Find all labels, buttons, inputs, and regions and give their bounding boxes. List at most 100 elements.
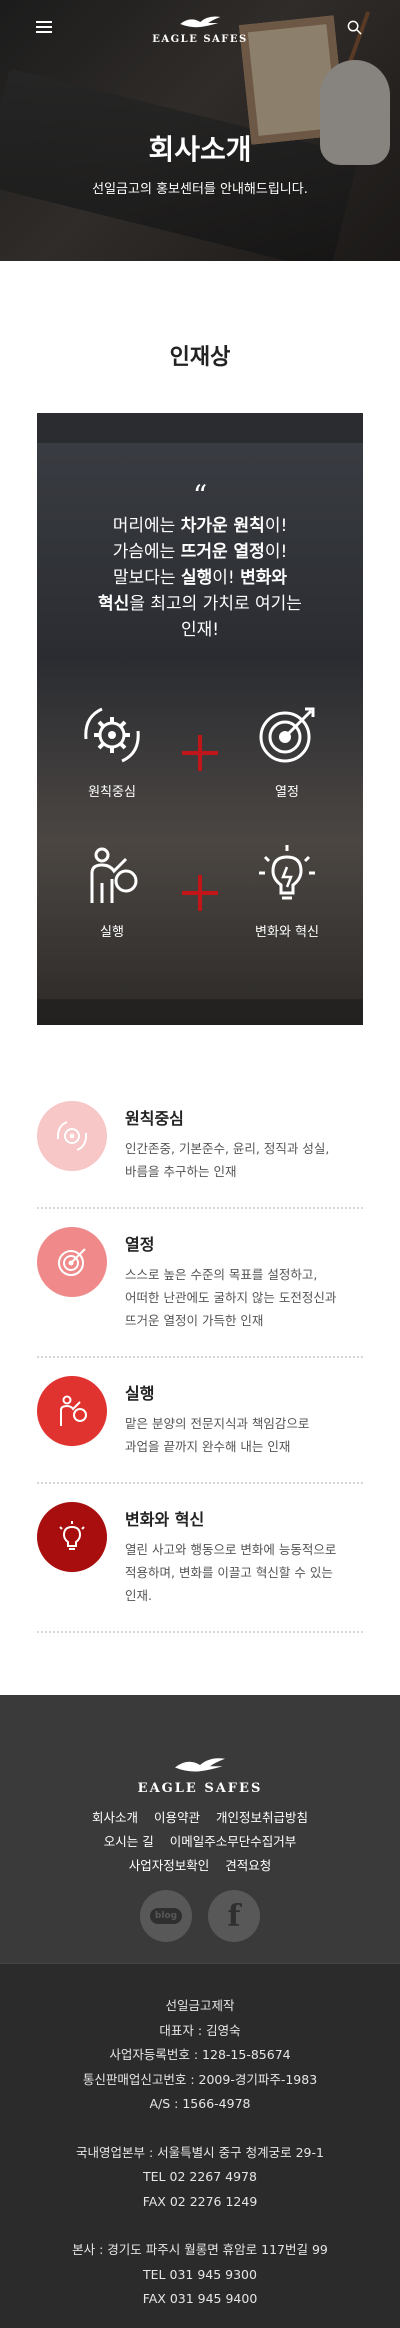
- value-principle: 원칙중심: [52, 703, 172, 800]
- list-item-body: 실행 맡은 분양의 전문지식과 책임감으로 과업을 끝까지 완수해 내는 인재: [125, 1376, 309, 1458]
- hq-tel: TEL 031 945 9300: [143, 2266, 257, 2282]
- footer-link-directions[interactable]: 오시는 길: [104, 1830, 154, 1854]
- gear-hands-icon: [84, 707, 140, 763]
- company-name: 선일금고제작: [165, 1998, 235, 2013]
- footer-link-quote[interactable]: 견적요청: [225, 1854, 271, 1878]
- value-passion: 열정: [227, 703, 347, 800]
- list-item-title: 열정: [125, 1235, 155, 1254]
- execution-badge: [37, 1376, 107, 1446]
- plus-divider: [180, 733, 220, 773]
- panel-top-shade: [37, 413, 363, 443]
- list-item-body: 열정 스스로 높은 수준의 목표를 설정하고, 어떠한 난관에도 굴하지 않는 도…: [125, 1227, 336, 1332]
- logo[interactable]: EAGLE SAFES: [152, 14, 247, 45]
- footer-logo-text: EAGLE SAFES: [137, 1781, 263, 1796]
- eagle-wing-icon: [175, 1758, 225, 1772]
- list-item-desc: 뜨거운 열정이 가득한 인재: [125, 1313, 264, 1328]
- list-item-title: 실행: [125, 1384, 155, 1403]
- list-item: 변화와 혁신 열린 사고와 행동으로 변화에 능동적으로 적용하며, 변화를 이끌…: [37, 1484, 363, 1633]
- value-label: 변화와 혁신: [255, 925, 319, 940]
- talent-quote: 머리에는 차가운 원칙이! 가슴에는 뜨거운 열정이! 말보다는 실행이! 변화…: [37, 513, 363, 643]
- facebook-button[interactable]: f: [208, 1890, 260, 1942]
- quote-emphasis: 뜨거운 열정: [180, 542, 265, 562]
- sales-hq-tel: TEL 02 2267 4978: [143, 2169, 257, 2184]
- social-links: blog f: [0, 1890, 400, 1942]
- value-execution: 실행: [52, 843, 172, 940]
- list-item-desc: 어떠한 난관에도 굴하지 않는 도전정신과: [125, 1290, 337, 1305]
- quote-text: 가슴에는: [112, 542, 181, 562]
- person-pointing-icon: [90, 847, 138, 903]
- footer-gap: [0, 2214, 400, 2238]
- mail-order-number: 통신판매업신고번호 : 2009-경기파주-1983: [82, 2071, 318, 2087]
- gear-hands-icon: [56, 1121, 88, 1151]
- hero-banner: EAGLE SAFES 회사소개 선일금고의 홍보센터를 안내해드립니다.: [0, 0, 400, 261]
- quote-text: 말보다는: [112, 568, 181, 588]
- quote-text: 이!: [264, 516, 288, 536]
- value-label: 열정: [275, 785, 299, 800]
- sales-hq-fax: FAX 02 2276 1249: [142, 2193, 258, 2209]
- facebook-icon: f: [227, 1898, 241, 1934]
- as-number: A/S : 1566-4978: [149, 2096, 251, 2111]
- quote-text: 인재!: [180, 620, 220, 640]
- footer-info: 선일금고제작 대표자 : 김영숙 사업자등록번호 : 128-15-85674 …: [0, 1963, 400, 2328]
- target-icon: [58, 1248, 86, 1276]
- list-item-desc: 바름을 추구하는 인재: [125, 1164, 237, 1179]
- hq-address: 본사 : 경기도 파주시 월롱면 휴암로 117번길 99: [72, 2242, 328, 2257]
- list-item-desc: 스스로 높은 수준의 목표를 설정하고,: [125, 1267, 318, 1282]
- principle-badge: [37, 1101, 107, 1171]
- business-number: 사업자등록번호 : 128-15-85674: [109, 2047, 291, 2062]
- list-item-desc: 인재.: [125, 1588, 152, 1603]
- list-item-desc: 열린 사고와 행동으로 변화에 능동적으로: [125, 1542, 337, 1557]
- list-item: 열정 스스로 높은 수준의 목표를 설정하고, 어떠한 난관에도 굴하지 않는 도…: [37, 1209, 363, 1358]
- passion-badge: [37, 1227, 107, 1297]
- value-label: 실행: [100, 925, 124, 940]
- footer-link-about[interactable]: 회사소개: [92, 1806, 138, 1830]
- footer-link-privacy[interactable]: 개인정보취급방침: [216, 1806, 308, 1830]
- list-item-desc: 맡은 분양의 전문지식과 책임감으로: [125, 1416, 310, 1431]
- list-item: 실행 맡은 분양의 전문지식과 책임감으로 과업을 끝까지 완수해 내는 인재: [37, 1358, 363, 1484]
- quote-mark: “: [192, 479, 208, 512]
- footer-gap: [0, 2117, 400, 2141]
- footer-links: 회사소개 이용약관 개인정보취급방침 오시는 길 이메일주소무단수집거부 사업자정보확…: [0, 1806, 400, 1878]
- quote-emphasis: 실행: [180, 568, 213, 588]
- quote-text: 을 최고의 가치로 여기는: [129, 594, 302, 614]
- section-title: 인재상: [169, 345, 231, 370]
- hamburger-menu-icon[interactable]: [36, 21, 52, 33]
- plus-divider: [180, 873, 220, 913]
- list-item-title: 변화와 혁신: [125, 1510, 205, 1529]
- search-icon[interactable]: [347, 20, 362, 35]
- list-item-body: 변화와 혁신 열린 사고와 행동으로 변화에 능동적으로 적용하며, 변화를 이끌…: [125, 1502, 336, 1607]
- person-pointing-icon: [60, 1395, 87, 1426]
- quote-emphasis: 변화와: [240, 568, 288, 588]
- value-label: 원칙중심: [88, 785, 136, 800]
- value-innovation: 변화와 혁신: [227, 843, 347, 940]
- quote-emphasis: 혁신: [98, 594, 130, 614]
- logo-text: EAGLE SAFES: [152, 34, 248, 45]
- footer-link-email-policy[interactable]: 이메일주소무단수집거부: [170, 1830, 297, 1854]
- innovation-badge: [37, 1502, 107, 1572]
- values-grid: 원칙중심 열정 실행 변화와 혁신: [37, 703, 363, 963]
- top-bar: EAGLE SAFES: [0, 0, 400, 56]
- lightbulb-icon: [59, 1521, 85, 1550]
- talent-panel: “ 머리에는 차가운 원칙이! 가슴에는 뜨거운 열정이! 말보다는 실행이! …: [37, 413, 363, 1025]
- list-item-body: 원칙중심 인간존중, 기본준수, 윤리, 정직과 성실, 바름을 추구하는 인재: [125, 1101, 329, 1183]
- list-item: 원칙중심 인간존중, 기본준수, 윤리, 정직과 성실, 바름을 추구하는 인재: [37, 1083, 363, 1209]
- lightbulb-icon: [259, 845, 315, 900]
- list-item-title: 원칙중심: [125, 1109, 184, 1128]
- footer-link-terms[interactable]: 이용약관: [154, 1806, 200, 1830]
- blog-button[interactable]: blog: [140, 1890, 192, 1942]
- sales-hq-address: 국내영업본부 : 서울특별시 중구 청계궁로 29-1: [76, 2144, 324, 2160]
- footer-top: EAGLE SAFES 회사소개 이용약관 개인정보취급방침 오시는 길 이메일주소무…: [0, 1695, 400, 1963]
- page-title: 회사소개: [148, 133, 252, 166]
- panel-bottom-shade: [37, 999, 363, 1025]
- quote-text: 이!: [212, 568, 241, 588]
- hq-fax: FAX 031 945 9400: [142, 2291, 258, 2306]
- blog-icon: blog: [149, 1908, 183, 1924]
- quote-emphasis: 차가운 원칙: [180, 516, 265, 536]
- target-icon: [259, 707, 315, 763]
- page-subtitle: 선일금고의 홍보센터를 안내해드립니다.: [92, 182, 308, 197]
- ceo-name: 대표자 : 김영숙: [159, 2022, 241, 2038]
- footer-logo[interactable]: EAGLE SAFES: [0, 1755, 400, 1796]
- footer-link-business-info[interactable]: 사업자정보확인: [129, 1854, 210, 1878]
- quote-text: 이!: [264, 542, 288, 562]
- eagle-wing-icon: [179, 16, 220, 28]
